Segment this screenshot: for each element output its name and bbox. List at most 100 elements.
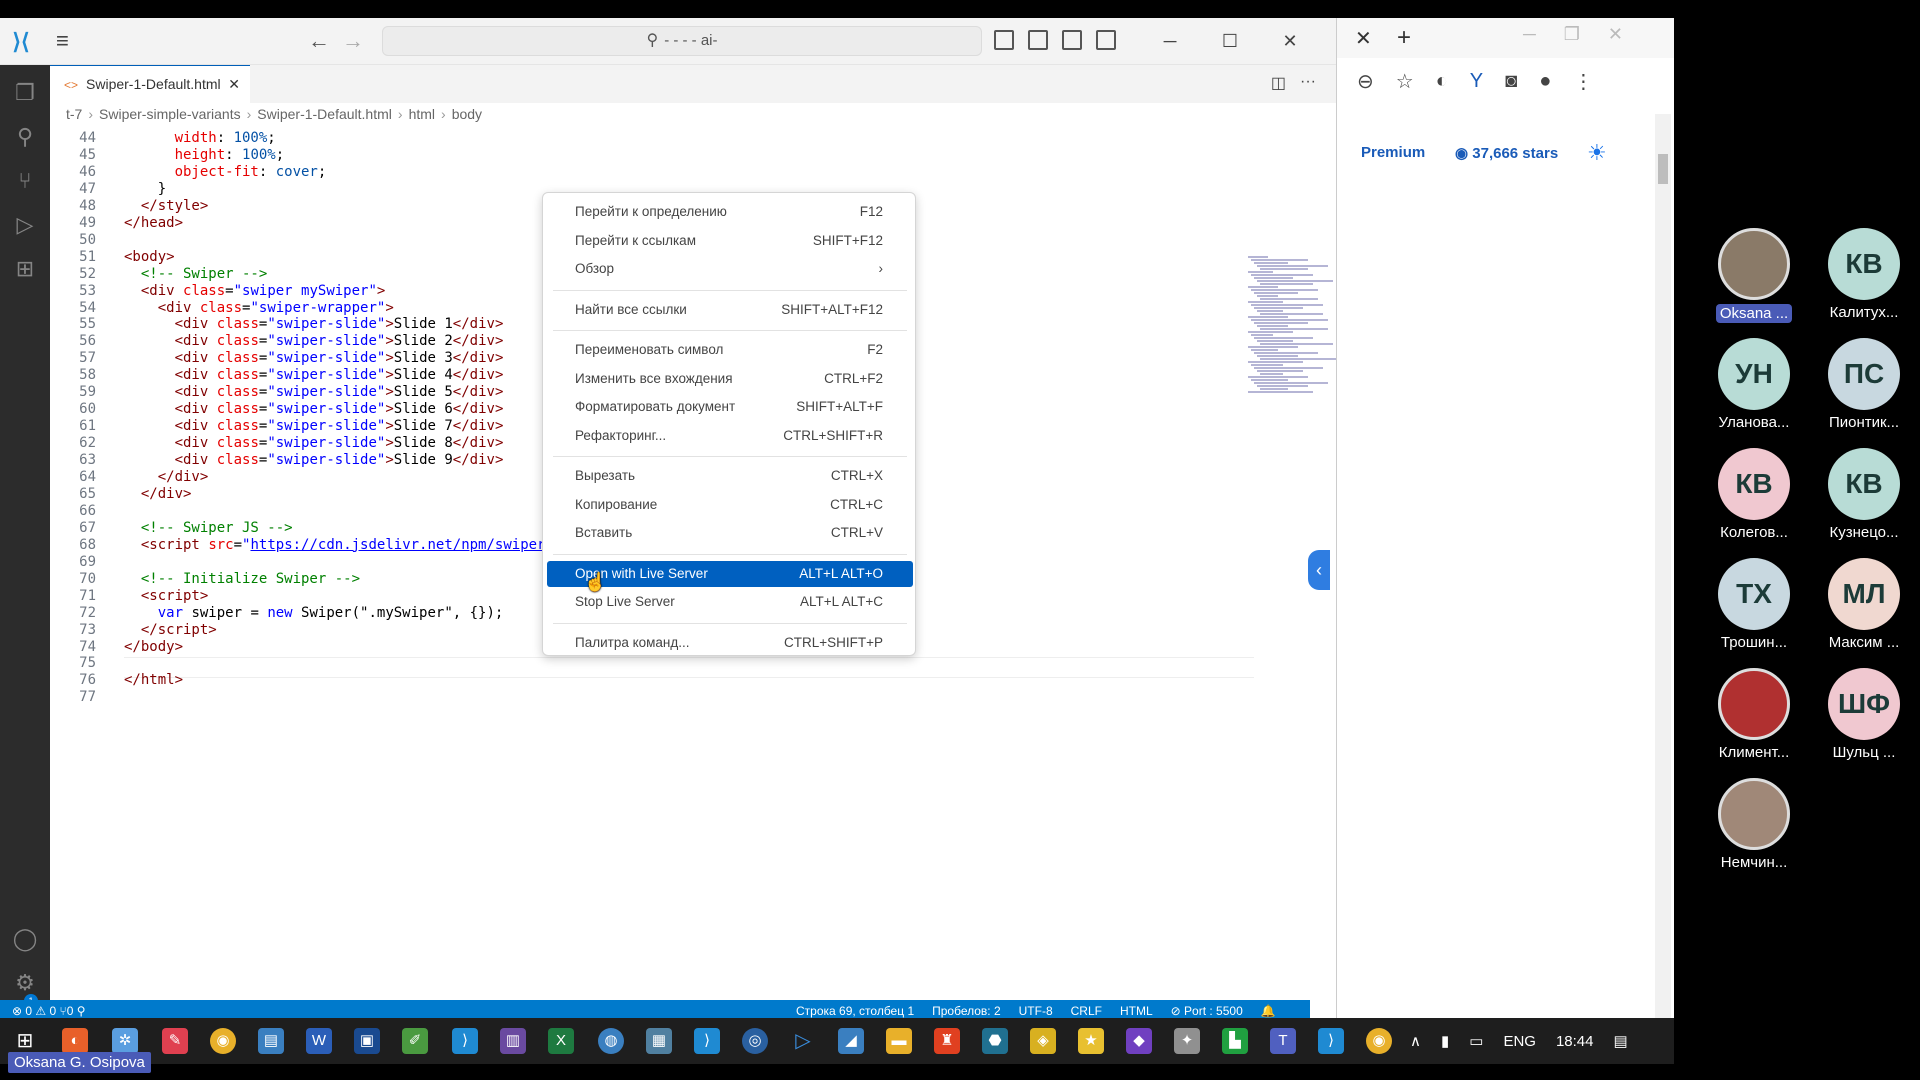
context-menu-item[interactable]: Переименовать символ F2 bbox=[547, 337, 913, 363]
browser-scrollbar-thumb[interactable] bbox=[1658, 154, 1668, 184]
profile-icon[interactable]: ● bbox=[1539, 70, 1551, 93]
app-icon-5[interactable]: ▥ bbox=[500, 1028, 526, 1054]
notifications-icon[interactable]: ▤ bbox=[1614, 1032, 1628, 1050]
browser-scrollbar[interactable] bbox=[1655, 114, 1671, 1018]
vuejs-extension-icon[interactable]: Y bbox=[1470, 70, 1483, 93]
tray-expand-icon[interactable]: ∧ bbox=[1410, 1032, 1421, 1050]
participant-tile[interactable]: ПС Пионтик... bbox=[1814, 338, 1914, 431]
browser-close-button[interactable]: ✕ bbox=[1608, 24, 1623, 45]
participant-tile[interactable]: ШФ Шульц ... bbox=[1814, 668, 1914, 761]
vscode-taskbar-icon[interactable]: ⟩ bbox=[452, 1028, 478, 1054]
tab-swiper-1-default[interactable]: <> Swiper-1-Default.html ✕ bbox=[50, 65, 250, 103]
back-arrow-icon[interactable]: ← bbox=[308, 30, 330, 52]
context-menu-item[interactable]: Вставить CTRL+V bbox=[547, 520, 913, 546]
premium-link[interactable]: Premium bbox=[1361, 144, 1425, 161]
theme-toggle-sun-icon[interactable]: ☀ bbox=[1587, 140, 1607, 166]
tab-close-icon[interactable]: ✕ bbox=[228, 66, 240, 102]
file-explorer-icon[interactable]: ▬ bbox=[886, 1028, 912, 1054]
pycharm-icon[interactable]: ▙ bbox=[1222, 1028, 1248, 1054]
chrome-taskbar-icon-2[interactable]: ◉ bbox=[1366, 1028, 1392, 1054]
app-icon-10[interactable]: ◆ bbox=[1126, 1028, 1152, 1054]
participant-tile[interactable]: КВ Колегов... bbox=[1704, 448, 1804, 541]
settings-gear-icon[interactable]: ⚙ bbox=[11, 969, 39, 997]
app-icon-9[interactable]: ★ bbox=[1078, 1028, 1104, 1054]
remote-desktop-icon[interactable]: ▤ bbox=[258, 1028, 284, 1054]
split-editor-icon[interactable]: ◫ bbox=[1271, 73, 1286, 93]
extensions-icon[interactable]: ⊞ bbox=[11, 255, 39, 283]
app-icon-11[interactable]: ✦ bbox=[1174, 1028, 1200, 1054]
close-tab-icon[interactable]: ✕ bbox=[1355, 26, 1372, 51]
minimap[interactable] bbox=[1248, 256, 1348, 396]
app-icon-1[interactable]: ◐ bbox=[62, 1028, 88, 1054]
maximize-button[interactable]: ☐ bbox=[1200, 26, 1260, 56]
breadcrumb-item[interactable]: t-7 bbox=[66, 106, 82, 122]
context-menu-item[interactable]: Форматировать документ SHIFT+ALT+F bbox=[547, 394, 913, 420]
participant-tile[interactable]: Климент... bbox=[1704, 668, 1804, 761]
toggle-secondary-sidebar-icon[interactable] bbox=[1062, 30, 1082, 50]
breadcrumb-item[interactable]: html bbox=[409, 106, 435, 122]
brave-icon[interactable]: ♜ bbox=[934, 1028, 960, 1054]
app-icon-6[interactable]: ◢ bbox=[838, 1028, 864, 1054]
vscode-taskbar-icon-3[interactable]: ⟩ bbox=[1318, 1028, 1344, 1054]
bookmark-star-icon[interactable]: ☆ bbox=[1396, 69, 1414, 94]
zoom-out-icon[interactable]: ⊖ bbox=[1357, 69, 1374, 94]
participant-tile[interactable]: МЛ Максим ... bbox=[1814, 558, 1914, 651]
excel-icon[interactable]: X bbox=[548, 1028, 574, 1054]
app-icon-4[interactable]: ▣ bbox=[354, 1028, 380, 1054]
context-menu-item[interactable]: Найти все ссылки SHIFT+ALT+F12 bbox=[547, 297, 913, 323]
toggle-panel-icon[interactable] bbox=[1028, 30, 1048, 50]
context-menu-item[interactable]: Обзор › bbox=[547, 256, 913, 282]
browser-restore-button[interactable]: ❐ bbox=[1564, 24, 1580, 45]
teams-icon[interactable]: T bbox=[1270, 1028, 1296, 1054]
more-actions-icon[interactable]: ··· bbox=[1300, 73, 1316, 93]
collapse-panel-button[interactable]: ‹ bbox=[1308, 550, 1330, 590]
context-menu-item[interactable]: Изменить все вхождения CTRL+F2 bbox=[547, 366, 913, 392]
explorer-icon[interactable]: ❐ bbox=[11, 79, 39, 107]
browser-minimize-button[interactable]: ─ bbox=[1523, 24, 1536, 45]
clock[interactable]: 18:44 bbox=[1556, 1033, 1594, 1050]
app-icon-8[interactable]: ◈ bbox=[1030, 1028, 1056, 1054]
new-tab-icon[interactable]: + bbox=[1397, 24, 1411, 52]
participant-tile[interactable]: КВ Кузнецо... bbox=[1814, 448, 1914, 541]
participant-tile[interactable]: Немчин... bbox=[1704, 778, 1804, 871]
context-menu-item[interactable]: Рефакторинг... CTRL+SHIFT+R bbox=[547, 423, 913, 449]
account-icon[interactable]: ◯ bbox=[11, 925, 39, 953]
app-icon-2[interactable]: ✲ bbox=[112, 1028, 138, 1054]
edge-icon[interactable]: ◍ bbox=[598, 1028, 624, 1054]
forward-arrow-icon[interactable]: → bbox=[342, 30, 364, 52]
vscode-taskbar-icon-2[interactable]: ⟩ bbox=[694, 1028, 720, 1054]
participant-tile[interactable]: КВ Калитух... bbox=[1814, 228, 1914, 321]
participant-tile[interactable]: Oksana ... bbox=[1704, 228, 1804, 323]
search-icon[interactable]: ⚲ bbox=[11, 123, 39, 151]
browser-taskbar-icon[interactable]: ◎ bbox=[742, 1028, 768, 1054]
participant-tile[interactable]: ТХ Трошин... bbox=[1704, 558, 1804, 651]
command-center-search[interactable]: ⚲ - - - - ai- bbox=[382, 26, 982, 56]
context-menu-item[interactable]: Вырезать CTRL+X bbox=[547, 463, 913, 489]
github-stars-link[interactable]: ◉ 37,666 stars bbox=[1455, 144, 1558, 162]
context-menu-item[interactable]: Палитра команд... CTRL+SHIFT+P bbox=[547, 630, 913, 656]
participant-tile[interactable]: УН Уланова... bbox=[1704, 338, 1804, 431]
hamburger-menu-icon[interactable]: ≡ bbox=[56, 30, 80, 52]
run-debug-icon[interactable]: ▷ bbox=[11, 211, 39, 239]
customize-layout-icon[interactable] bbox=[1096, 30, 1116, 50]
app-icon-3[interactable]: ✎ bbox=[162, 1028, 188, 1054]
toggle-sidebar-icon[interactable] bbox=[994, 30, 1014, 50]
breadcrumb-item[interactable]: Swiper-1-Default.html bbox=[257, 106, 392, 122]
calculator-icon[interactable]: ▦ bbox=[646, 1028, 672, 1054]
word-icon[interactable]: W bbox=[306, 1028, 332, 1054]
language-indicator[interactable]: ENG bbox=[1503, 1033, 1536, 1050]
breadcrumb-item[interactable]: Swiper-simple-variants bbox=[99, 106, 241, 122]
context-menu-item[interactable]: Копирование CTRL+C bbox=[547, 492, 913, 518]
browser-menu-icon[interactable]: ⋮ bbox=[1573, 69, 1593, 94]
play-icon[interactable]: ▷ bbox=[790, 1028, 816, 1054]
microphone-icon[interactable]: ▮ bbox=[1441, 1032, 1449, 1050]
close-window-button[interactable]: ✕ bbox=[1260, 26, 1320, 56]
extension-icon[interactable]: ◐ bbox=[1436, 70, 1448, 93]
breadcrumb-item[interactable]: body bbox=[452, 106, 482, 122]
minimize-button[interactable]: ─ bbox=[1140, 26, 1200, 56]
screenshot-camera-icon[interactable]: ◙ bbox=[1505, 70, 1517, 93]
context-menu-item[interactable]: Перейти к ссылкам SHIFT+F12 bbox=[547, 228, 913, 254]
battery-icon[interactable]: ▭ bbox=[1469, 1032, 1483, 1050]
chrome-icon[interactable]: ◉ bbox=[210, 1028, 236, 1054]
notepad-icon[interactable]: ✐ bbox=[402, 1028, 428, 1054]
